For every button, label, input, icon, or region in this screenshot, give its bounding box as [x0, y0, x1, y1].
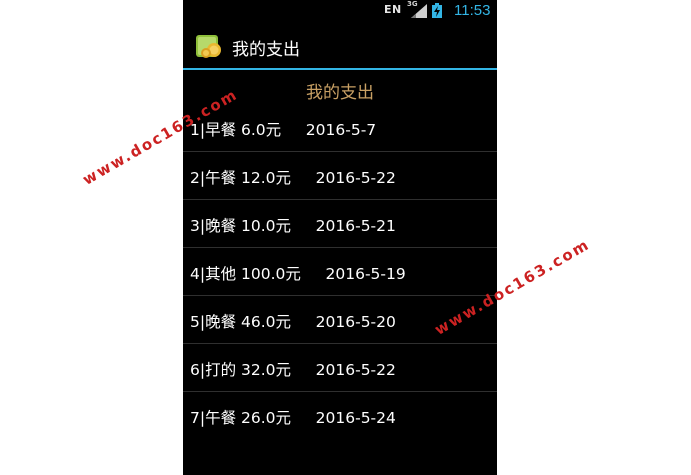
app-title: 我的支出	[232, 40, 300, 60]
list-item[interactable]: 6|打的 32.0元 2016-5-22	[183, 344, 497, 392]
list-item-text: 4|其他 100.0元 2016-5-19	[190, 265, 406, 283]
list-item[interactable]: 7|午餐 26.0元 2016-5-24	[183, 392, 497, 440]
phone-screen: EN 3G 11:53 我的支出 我的支出 1|早餐 6.0元 2016-5-7…	[183, 0, 497, 475]
list-item-text: 2|午餐 12.0元 2016-5-22	[190, 169, 396, 187]
screen: EN 3G 11:53 我的支出 我的支出 1|早餐 6.0元 2016-5-7…	[0, 0, 691, 475]
list-item-text: 6|打的 32.0元 2016-5-22	[190, 361, 396, 379]
list-item[interactable]: 3|晚餐 10.0元 2016-5-21	[183, 200, 497, 248]
page-heading: 我的支出	[306, 83, 374, 103]
action-bar: 我的支出	[183, 22, 497, 68]
status-bar: EN 3G 11:53	[183, 0, 497, 22]
expense-list: 1|早餐 6.0元 2016-5-7 2|午餐 12.0元 2016-5-22 …	[183, 104, 497, 440]
list-item-text: 3|晚餐 10.0元 2016-5-21	[190, 217, 396, 235]
list-item-text: 7|午餐 26.0元 2016-5-24	[190, 409, 396, 427]
clock: 11:53	[454, 2, 491, 19]
list-item-text: 5|晚餐 46.0元 2016-5-20	[190, 313, 396, 331]
action-bar-divider	[183, 68, 497, 70]
list-item[interactable]: 1|早餐 6.0元 2016-5-7	[183, 104, 497, 152]
wallet-app-icon[interactable]	[195, 32, 223, 60]
signal-icon	[411, 4, 427, 18]
battery-charging-icon	[432, 3, 442, 18]
input-method-indicator: EN	[384, 3, 402, 16]
list-item-text: 1|早餐 6.0元 2016-5-7	[190, 121, 377, 139]
list-item[interactable]: 4|其他 100.0元 2016-5-19	[183, 248, 497, 296]
list-item[interactable]: 2|午餐 12.0元 2016-5-22	[183, 152, 497, 200]
list-item[interactable]: 5|晚餐 46.0元 2016-5-20	[183, 296, 497, 344]
